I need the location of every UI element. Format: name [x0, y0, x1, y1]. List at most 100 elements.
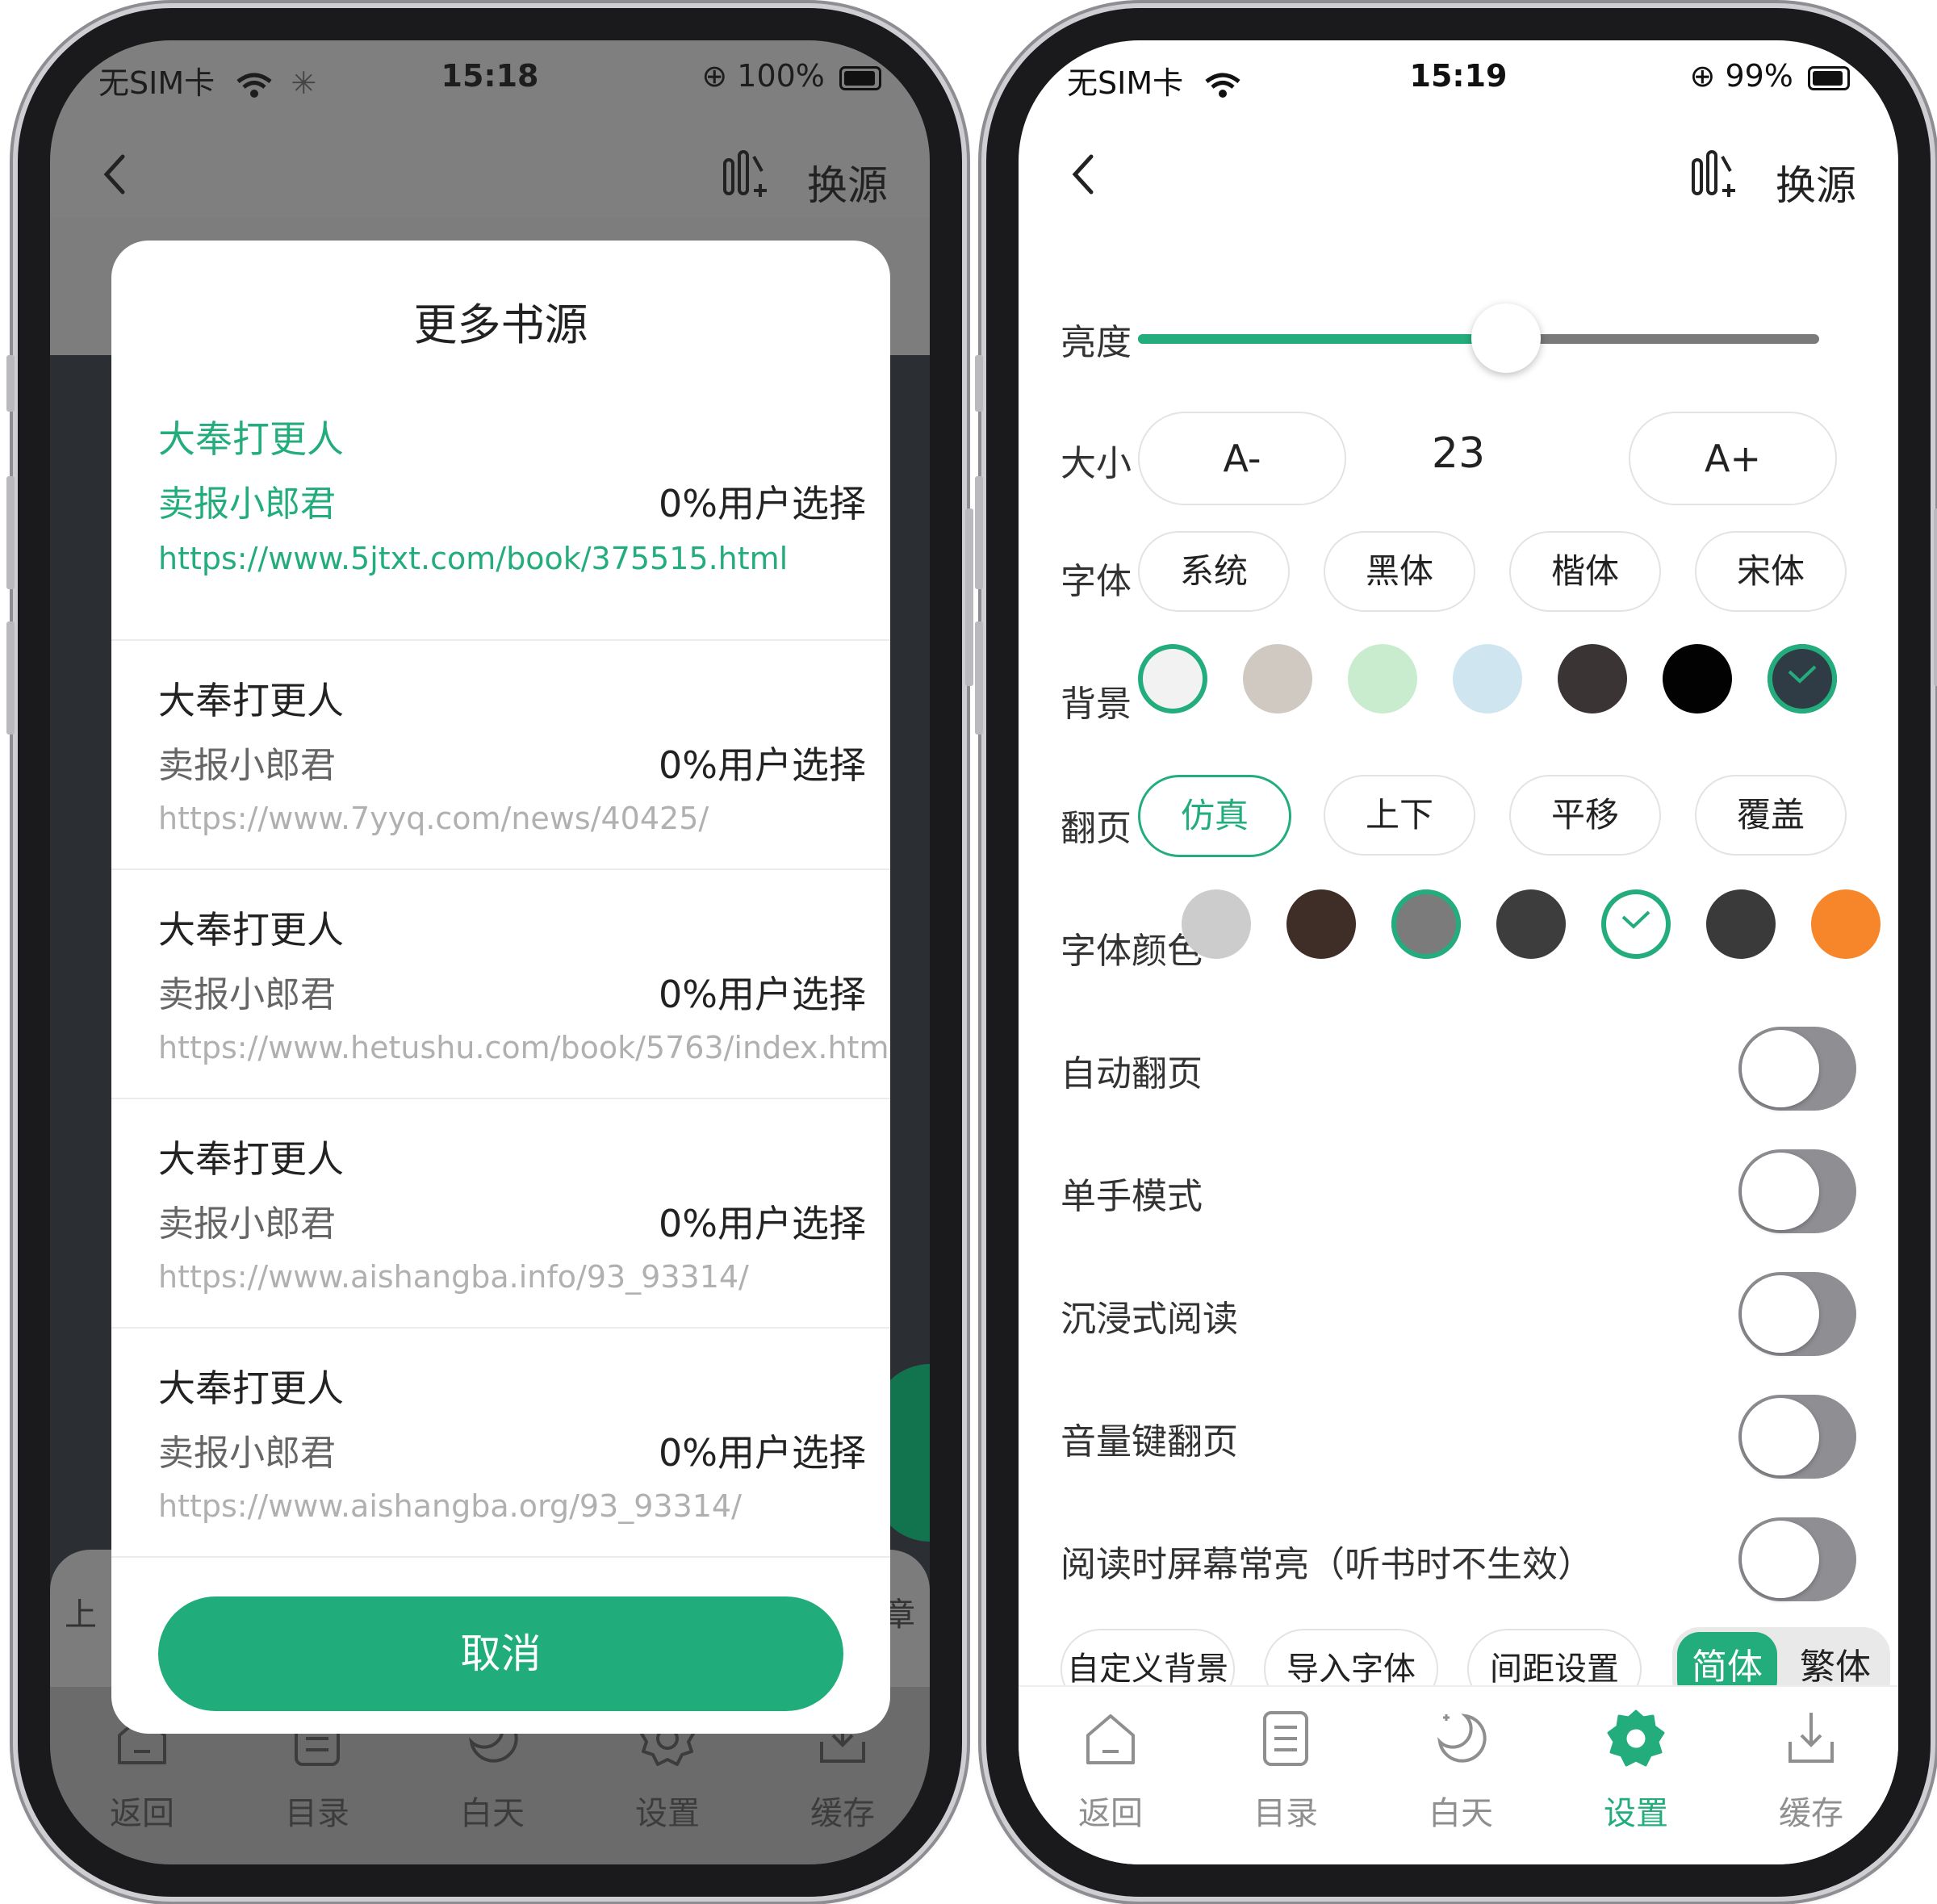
tab-label: 白天	[1429, 1795, 1493, 1832]
page-turn-slide[interactable]: 平移	[1509, 775, 1661, 856]
source-item[interactable]: 大奉打更人 卖报小郎君 0%用户选择 https://www.aishangba…	[111, 1098, 890, 1329]
source-item[interactable]: 大奉打更人 卖报小郎君 0%用户选择 https://www.7yyq.com/…	[111, 639, 890, 870]
gear-icon	[1607, 1709, 1665, 1767]
source-stats-icon[interactable]	[1688, 149, 1737, 200]
auto-page-label: 自动翻页	[1061, 1053, 1203, 1094]
color-swatch[interactable]	[1601, 889, 1671, 959]
color-swatch[interactable]	[1768, 644, 1837, 713]
source-url: https://www.5jtxt.com/book/375515.html	[158, 541, 789, 576]
phone-frame-right: 无SIM卡 15:19 ⊕ 99% 换源 亮度 大小 A- 23 A+ 字体 系…	[975, 8, 1937, 1897]
font-option-heiti[interactable]: 黑体	[1324, 531, 1475, 612]
source-url: https://www.hetushu.com/book/5763/index.…	[158, 1030, 890, 1065]
source-chapter: 卖报小郎君	[158, 483, 336, 525]
source-book-title: 大奉打更人	[158, 417, 344, 461]
source-user-percent: 0%用户选择	[659, 482, 866, 525]
page-turn-label: 翻页	[1061, 808, 1132, 849]
rotation-lock-icon: ⊕	[701, 58, 728, 94]
screen-right: 无SIM卡 15:19 ⊕ 99% 换源 亮度 大小 A- 23 A+ 字体 系…	[1019, 40, 1898, 1864]
page-turn-vertical[interactable]: 上下	[1324, 775, 1475, 856]
color-swatch[interactable]	[1286, 889, 1356, 959]
tab-bar: 返回 目录 白天 设置 缓存	[1019, 1685, 1898, 1864]
one-hand-label: 单手模式	[1061, 1176, 1203, 1217]
source-item[interactable]: 大奉打更人 卖报小郎君 0%用户选择 https://www.hetushu.c…	[111, 868, 890, 1099]
color-swatch[interactable]	[1663, 644, 1732, 713]
tab-label: 白天	[460, 1795, 525, 1832]
volume-key-label: 音量键翻页	[1061, 1421, 1238, 1463]
brightness-slider[interactable]	[1138, 303, 1819, 373]
source-book-title: 大奉打更人	[158, 908, 344, 952]
color-swatch[interactable]	[1558, 644, 1627, 713]
source-book-title: 大奉打更人	[158, 1366, 344, 1410]
home-icon	[1086, 1714, 1135, 1764]
color-swatch[interactable]	[1348, 644, 1417, 713]
font-label: 字体	[1061, 561, 1132, 602]
more-sources-dialog: 更多书源 大奉打更人 卖报小郎君 0%用户选择 https://www.5jtx…	[111, 241, 890, 1734]
dialog-title: 更多书源	[413, 299, 588, 350]
color-swatch[interactable]	[1391, 889, 1461, 959]
checkmark-icon	[1788, 665, 1817, 684]
rotation-lock-icon: ⊕	[1689, 58, 1716, 94]
color-swatch[interactable]	[1182, 889, 1251, 959]
brightness-knob[interactable]	[1471, 303, 1541, 373]
color-swatch[interactable]	[1811, 889, 1881, 959]
color-swatch[interactable]	[1453, 644, 1522, 713]
brightness-fill	[1138, 334, 1506, 344]
battery-indicator: ⊕ 100%	[701, 58, 881, 94]
prev-chapter-button[interactable]: 上	[65, 1588, 97, 1635]
top-nav: 换源	[50, 129, 930, 218]
mute-switch	[6, 355, 15, 412]
page-turn-cover[interactable]: 覆盖	[1695, 775, 1847, 856]
top-nav: 换源	[1019, 129, 1898, 218]
moon-icon	[1437, 1714, 1487, 1763]
volume-down-button	[6, 621, 15, 734]
mute-switch	[975, 355, 983, 412]
immersive-toggle[interactable]	[1738, 1272, 1856, 1356]
source-user-percent: 0%用户选择	[659, 1202, 866, 1245]
source-url: https://www.7yyq.com/news/40425/	[158, 801, 709, 836]
source-book-title: 大奉打更人	[158, 1137, 344, 1181]
cancel-button[interactable]: 取消	[158, 1596, 843, 1711]
switch-source-button[interactable]: 换源	[807, 153, 888, 211]
brightness-label: 亮度	[1061, 322, 1132, 363]
list-icon	[1263, 1711, 1308, 1766]
tab-label: 缓存	[810, 1795, 875, 1832]
status-bar: 无SIM卡 ✳ 15:18 ⊕ 100%	[50, 40, 930, 113]
immersive-label: 沉浸式阅读	[1061, 1299, 1238, 1340]
tab-label: 设置	[635, 1795, 700, 1832]
color-swatch[interactable]	[1243, 644, 1312, 713]
auto-page-toggle[interactable]	[1738, 1027, 1856, 1111]
tab-settings[interactable]: 设置	[1563, 1706, 1709, 1834]
tab-label: 目录	[1253, 1795, 1318, 1832]
font-option-system[interactable]: 系统	[1138, 531, 1290, 612]
back-icon[interactable]	[1061, 150, 1109, 199]
one-hand-toggle[interactable]	[1738, 1149, 1856, 1233]
color-swatch[interactable]	[1138, 644, 1207, 713]
switch-source-button[interactable]: 换源	[1776, 153, 1856, 211]
volume-up-button	[975, 476, 983, 589]
increase-font-size-button[interactable]: A+	[1629, 412, 1837, 505]
keep-screen-on-toggle[interactable]	[1738, 1517, 1856, 1601]
tab-catalog[interactable]: 目录	[1213, 1706, 1358, 1834]
source-user-percent: 0%用户选择	[659, 973, 866, 1016]
tab-label: 设置	[1604, 1795, 1668, 1832]
battery-indicator: ⊕ 99%	[1689, 58, 1850, 94]
volume-key-toggle[interactable]	[1738, 1395, 1856, 1479]
power-button	[965, 508, 973, 686]
keep-screen-on-label: 阅读时屏幕常亮（听书时不生效）	[1061, 1544, 1593, 1585]
background-label: 背景	[1061, 684, 1132, 725]
page-turn-simulation[interactable]: 仿真	[1138, 775, 1291, 857]
checkmark-icon	[1621, 910, 1650, 929]
tab-day-mode[interactable]: 白天	[1388, 1706, 1533, 1834]
source-item[interactable]: 大奉打更人 卖报小郎君 0%用户选择 https://www.aishangba…	[111, 1327, 890, 1558]
font-option-songti[interactable]: 宋体	[1695, 531, 1847, 612]
color-swatch[interactable]	[1496, 889, 1566, 959]
source-book-title: 大奉打更人	[158, 679, 344, 722]
battery-icon	[1808, 65, 1850, 90]
source-item[interactable]: 大奉打更人 卖报小郎君 0%用户选择 https://www.5jtxt.com…	[111, 410, 890, 641]
tab-cache[interactable]: 缓存	[1738, 1706, 1884, 1834]
tab-back[interactable]: 返回	[1038, 1706, 1183, 1834]
color-swatch[interactable]	[1706, 889, 1776, 959]
back-icon[interactable]	[92, 150, 140, 199]
font-option-kaiti[interactable]: 楷体	[1509, 531, 1661, 612]
source-stats-icon[interactable]	[720, 149, 768, 200]
